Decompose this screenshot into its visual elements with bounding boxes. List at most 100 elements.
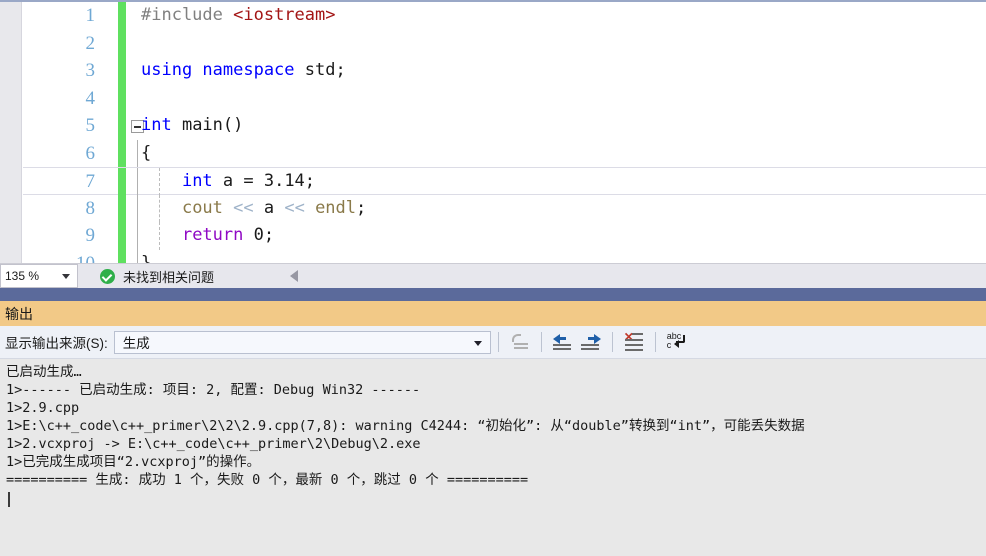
- code-token: int: [181, 171, 213, 191]
- goto-source-icon-line1: [513, 343, 528, 345]
- toolbar-divider: [611, 332, 613, 352]
- goto-source-icon-line2: [513, 347, 528, 349]
- editor-selection-margin[interactable]: [0, 2, 22, 263]
- code-line-text: {: [141, 140, 151, 168]
- line-number: 9: [85, 225, 96, 246]
- code-line-text: cout << a << endl;: [141, 195, 366, 223]
- code-token: }: [141, 252, 152, 264]
- line-number: 1: [85, 5, 96, 26]
- code-line[interactable]: 1 #include <iostream>: [23, 2, 986, 30]
- toolbar-divider: [540, 332, 542, 352]
- output-panel-title: 输出: [5, 305, 33, 322]
- output-line: 已启动生成…: [6, 364, 82, 380]
- output-panel-toolbar: 显示输出来源(S): 生成 ✕ abc c: [0, 326, 986, 359]
- code-line[interactable]: 5 int main(): [23, 112, 986, 140]
- code-token: ;: [356, 197, 367, 218]
- clear-icon-line2: [624, 339, 643, 341]
- output-line: 1>------ 已启动生成: 项目: 2, 配置: Debug Win32 -…: [6, 382, 421, 398]
- visual-studio-window: 1 #include <iostream> 2 3 using namespace st…: [0, 0, 986, 556]
- word-wrap-arrow: [673, 340, 679, 348]
- change-indicator-bar: [118, 2, 126, 30]
- fold-region-line: [137, 168, 138, 196]
- arrow-left-stem: [558, 337, 566, 340]
- output-text-area[interactable]: 已启动生成… 1>------ 已启动生成: 项目: 2, 配置: Debug W…: [0, 359, 986, 556]
- toggle-word-wrap-button[interactable]: abc c: [664, 330, 690, 354]
- toolbar-divider: [497, 332, 499, 352]
- goto-source-button[interactable]: [507, 330, 533, 354]
- code-surface[interactable]: 1 #include <iostream> 2 3 using namespace st…: [23, 2, 986, 263]
- code-line-text: return 0;: [141, 222, 274, 250]
- fold-region-line: [137, 222, 138, 250]
- code-token: using namespace: [141, 60, 305, 80]
- change-indicator-bar: [118, 168, 126, 196]
- line-number: 10: [76, 252, 95, 264]
- zoom-level-selector[interactable]: 135 %: [0, 264, 78, 288]
- code-line[interactable]: 10}: [23, 249, 986, 264]
- code-token: main(): [171, 115, 244, 135]
- line-number: 7: [85, 171, 96, 192]
- code-token: <iostream>: [233, 5, 336, 25]
- line-number: 2: [85, 32, 96, 54]
- change-indicator-bar: [118, 84, 126, 112]
- output-source-value: 生成: [122, 336, 150, 351]
- code-token: endl: [315, 197, 357, 218]
- code-token: cout: [181, 197, 223, 218]
- output-panel-titlebar[interactable]: 输出: [0, 301, 986, 326]
- code-line-text: int main(): [141, 112, 243, 140]
- issues-status-label: 未找到相关问题: [123, 269, 215, 285]
- find-previous-button[interactable]: [550, 330, 576, 354]
- code-line[interactable]: 6{: [23, 139, 986, 168]
- line-number: 6: [85, 142, 96, 164]
- code-token: <<: [222, 197, 264, 218]
- code-token: a = 3.14;: [212, 171, 316, 191]
- change-indicator-bar: [118, 222, 126, 250]
- change-indicator-bar: [118, 29, 126, 57]
- goto-source-icon: [511, 334, 521, 342]
- clear-icon-line3: [624, 344, 643, 346]
- chevron-down-icon[interactable]: [473, 340, 482, 346]
- code-line[interactable]: 2: [23, 29, 986, 57]
- code-line-text: }: [141, 250, 151, 264]
- code-token: return: [181, 225, 244, 245]
- code-line[interactable]: 8 cout << a << endl;: [23, 194, 986, 223]
- code-editor[interactable]: 1 #include <iostream> 2 3 using namespace st…: [0, 0, 986, 263]
- check-circle-icon: [100, 268, 115, 284]
- fold-region-line: [137, 249, 138, 263]
- output-line: 1>E:\c++_code\c++_primer\2\2\2.9.cpp(7,8…: [6, 418, 805, 434]
- output-source-dropdown[interactable]: 生成: [113, 330, 491, 354]
- code-line[interactable]: 3 using namespace std;: [23, 57, 986, 85]
- clear-all-button[interactable]: ✕: [621, 330, 647, 354]
- toolbar-divider: [654, 332, 656, 352]
- line-number: 8: [85, 197, 96, 219]
- next-icon-line1: [580, 344, 599, 346]
- change-indicator-bar: [118, 57, 126, 85]
- code-token: {: [141, 142, 152, 163]
- text-cursor: [8, 492, 10, 507]
- panel-separator[interactable]: [0, 288, 986, 301]
- change-indicator-bar: [118, 112, 126, 140]
- collapse-left-icon[interactable]: [290, 270, 299, 282]
- chevron-down-icon[interactable]: [62, 274, 70, 279]
- find-next-button[interactable]: [578, 330, 604, 354]
- prev-icon-line2: [552, 348, 571, 350]
- code-line-text: int a = 3.14;: [141, 168, 315, 196]
- output-source-label: 显示输出来源(S):: [5, 336, 108, 351]
- code-line[interactable]: 9 return 0;: [23, 222, 986, 250]
- code-token: a: [263, 197, 275, 218]
- code-token: 0;: [243, 225, 275, 245]
- change-indicator-bar: [118, 194, 126, 222]
- code-line-text: using namespace std;: [141, 57, 346, 85]
- fold-region-line: [137, 139, 138, 167]
- code-line[interactable]: 4: [23, 84, 986, 112]
- code-token: #include: [141, 5, 234, 25]
- code-line[interactable]: 7 int a = 3.14;: [23, 167, 986, 196]
- change-indicator-bar: [118, 249, 126, 263]
- code-token: <<: [274, 197, 316, 218]
- line-number: 3: [85, 60, 96, 81]
- output-line: 1>2.vcxproj -> E:\c++_code\c++_primer\2\…: [6, 436, 421, 452]
- clear-icon-line1: [631, 333, 643, 335]
- output-line: 1>2.9.cpp: [6, 400, 80, 416]
